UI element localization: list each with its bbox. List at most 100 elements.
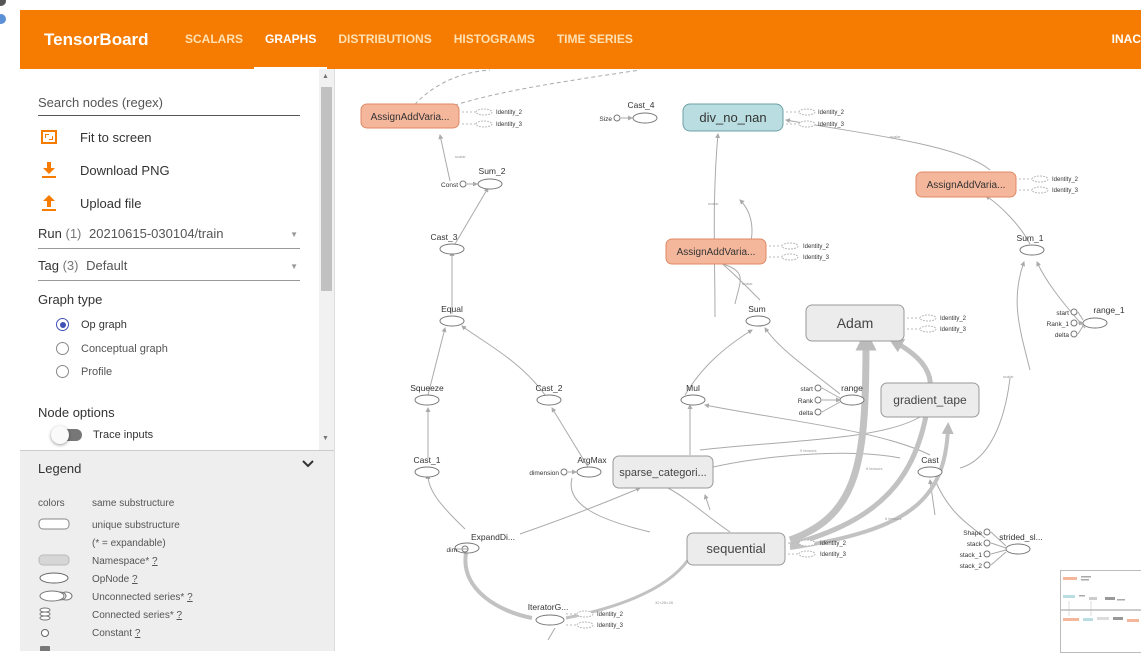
- fit-to-screen-button[interactable]: Fit to screen: [38, 127, 152, 147]
- aux-label: Identity_2: [597, 612, 624, 618]
- tag-select[interactable]: Tag (3) Default ▼: [38, 258, 300, 281]
- op-node[interactable]: [477, 178, 503, 190]
- namespace-node[interactable]: sequential: [686, 532, 786, 566]
- op-label: Cast_3: [431, 232, 458, 242]
- const-label: dim: [447, 547, 457, 554]
- help-link[interactable]: ?: [152, 556, 158, 567]
- op-node[interactable]: [414, 394, 440, 406]
- opnode-icon: [38, 572, 70, 587]
- op-node[interactable]: [536, 394, 562, 406]
- help-link[interactable]: ?: [132, 574, 138, 585]
- legend-item-unconnected: Unconnected series* ?: [92, 592, 193, 603]
- help-link[interactable]: ?: [177, 610, 183, 621]
- legend-item-opnode: OpNode ?: [92, 574, 138, 585]
- op-node[interactable]: [439, 315, 465, 327]
- unique-substructure-icon: [38, 518, 70, 533]
- legend-header[interactable]: Legend: [20, 450, 334, 487]
- aux-identity-group[interactable]: Identity_2 Identity_3: [462, 108, 523, 128]
- namespace-node[interactable]: gradient_tape: [880, 382, 980, 418]
- download-png-button[interactable]: Download PNG: [38, 160, 170, 180]
- run-value: 20210615-030104/train: [89, 226, 224, 241]
- op-label: range_1: [1093, 305, 1124, 315]
- op-node[interactable]: [439, 243, 465, 255]
- radio-profile[interactable]: Profile: [56, 365, 112, 378]
- constant-node[interactable]: [459, 180, 467, 188]
- op-node[interactable]: [1019, 244, 1045, 256]
- constant-node[interactable]: [983, 550, 991, 558]
- node-label: AssignAddVaria...: [371, 112, 450, 123]
- help-link[interactable]: ?: [135, 628, 141, 639]
- upload-file-button[interactable]: Upload file: [38, 193, 141, 213]
- tab-scalars[interactable]: SCALARS: [174, 10, 254, 69]
- const-label: Shape: [963, 530, 982, 537]
- legend-item-label: Namespace*: [92, 556, 150, 567]
- inactive-dropdown[interactable]: INAC: [1112, 32, 1141, 46]
- help-link[interactable]: ?: [187, 592, 193, 603]
- constant-node[interactable]: [1070, 330, 1078, 338]
- trace-inputs-toggle[interactable]: Trace inputs: [51, 426, 153, 444]
- node-label: Adam: [837, 315, 874, 331]
- aux-label: Identity_3: [940, 327, 967, 333]
- namespace-node[interactable]: AssignAddVaria...: [665, 238, 767, 265]
- op-node[interactable]: [839, 394, 865, 406]
- node-label: AssignAddVaria...: [677, 247, 756, 258]
- constant-node[interactable]: [1070, 308, 1078, 316]
- run-select[interactable]: Run (1) 20210615-030104/train ▼: [38, 226, 300, 249]
- const-label: start: [800, 386, 813, 393]
- namespace-node[interactable]: div_no_nan: [682, 103, 784, 132]
- namespace-node[interactable]: AssignAddVaria...: [915, 171, 1017, 198]
- tab-graphs[interactable]: GRAPHS: [254, 10, 328, 69]
- op-label: Sum_2: [479, 166, 506, 176]
- constant-node[interactable]: [1070, 319, 1078, 327]
- graph-svg[interactable]: scalar scalar scalar scalar scalar 9 ten…: [335, 69, 1141, 651]
- aux-label: Identity_3: [820, 552, 847, 558]
- radio-op-graph[interactable]: Op graph: [56, 318, 127, 331]
- op-label: strided_sl...: [999, 532, 1042, 542]
- window-control-icon[interactable]: [0, 14, 6, 24]
- namespace-node[interactable]: Adam: [805, 304, 905, 342]
- op-node[interactable]: [414, 466, 440, 478]
- constant-node[interactable]: [814, 396, 822, 404]
- op-node[interactable]: [576, 466, 602, 478]
- op-node[interactable]: [1082, 317, 1108, 329]
- aux-identity-group[interactable]: Identity_2 Identity_3: [566, 610, 624, 629]
- scrollbar-thumb[interactable]: [321, 87, 332, 291]
- op-label: Cast_4: [628, 100, 655, 110]
- edge-label: scalar: [1003, 374, 1014, 379]
- search-input[interactable]: Search nodes (regex): [38, 95, 300, 116]
- namespace-node[interactable]: AssignAddVaria...: [360, 103, 460, 129]
- legend-item: (* = expandable): [92, 538, 166, 549]
- radio-conceptual-graph[interactable]: Conceptual graph: [56, 342, 168, 355]
- op-node[interactable]: [1005, 543, 1031, 555]
- constant-node[interactable]: [613, 114, 621, 122]
- constant-icon: [38, 627, 70, 642]
- toggle-switch[interactable]: [51, 426, 82, 444]
- constant-node[interactable]: [983, 539, 991, 547]
- scroll-up-icon[interactable]: ▲: [322, 73, 329, 80]
- tab-distributions[interactable]: DISTRIBUTIONS: [327, 10, 442, 69]
- node-label: sequential: [706, 541, 765, 556]
- op-node[interactable]: [917, 466, 943, 478]
- op-node[interactable]: [535, 614, 565, 626]
- aux-identity-group[interactable]: Identity_2 Identity_3: [769, 242, 830, 261]
- graph-canvas[interactable]: scalar scalar scalar scalar scalar 9 ten…: [335, 69, 1141, 651]
- aux-identity-group[interactable]: Identity_2 Identity_3: [907, 314, 967, 333]
- op-node[interactable]: [745, 315, 771, 327]
- window-control-icon[interactable]: [0, 0, 6, 6]
- constant-node[interactable]: [983, 561, 991, 569]
- constant-node[interactable]: [814, 408, 822, 416]
- op-node[interactable]: [632, 112, 658, 124]
- constant-node[interactable]: [814, 384, 822, 392]
- scroll-down-icon[interactable]: ▼: [322, 435, 329, 442]
- tab-time-series[interactable]: TIME SERIES: [546, 10, 644, 69]
- namespace-node[interactable]: sparse_categori...: [612, 455, 714, 489]
- op-node[interactable]: [680, 394, 706, 406]
- graph-minimap[interactable]: [1060, 570, 1141, 653]
- aux-label: Identity_2: [803, 244, 830, 250]
- constant-node[interactable]: [560, 468, 568, 476]
- constant-node[interactable]: [983, 528, 991, 536]
- chevron-down-icon[interactable]: [302, 459, 314, 471]
- tab-histograms[interactable]: HISTOGRAMS: [443, 10, 546, 69]
- legend-colors-label: colors: [38, 498, 65, 509]
- aux-identity-group[interactable]: Identity_2 Identity_3: [1019, 175, 1079, 194]
